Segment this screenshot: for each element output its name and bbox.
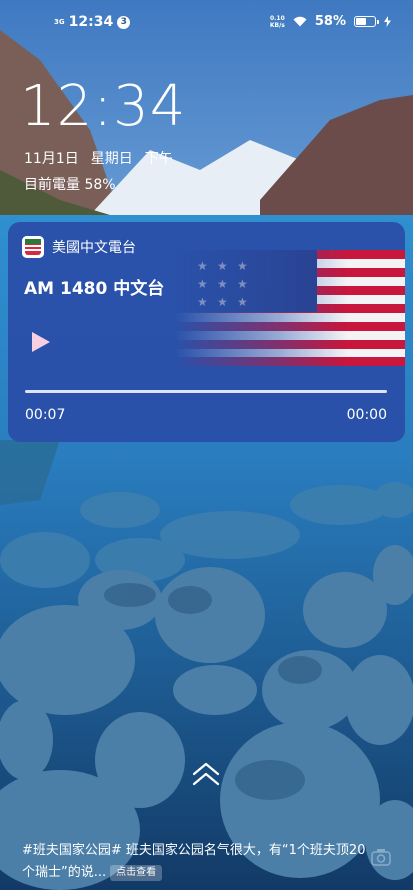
svg-text:★: ★	[217, 295, 228, 309]
svg-text:★: ★	[197, 295, 208, 309]
app-row: 美國中文電台	[22, 236, 136, 258]
svg-text:★: ★	[197, 277, 208, 291]
network-type: 3G	[54, 17, 65, 26]
remaining-time: 00:00	[346, 407, 387, 423]
am-pm: 下午	[144, 151, 173, 167]
status-time: 12:34	[68, 14, 114, 30]
battery-info: 目前電量 58%	[24, 177, 116, 193]
swipe-up-icon[interactable]	[190, 760, 222, 788]
track-title: AM 1480 中文台	[24, 279, 165, 299]
app-icon	[22, 236, 44, 258]
battery-icon	[354, 16, 379, 27]
svg-text:★: ★	[237, 295, 248, 309]
svg-text:★: ★	[237, 277, 248, 291]
net-speed-value: 0.10	[269, 14, 285, 22]
wallpaper-caption[interactable]: #班夫国家公园# 班夫国家公园名气很大，有“1个班夫顶20个瑞士”的说... 点击…	[22, 840, 372, 884]
svg-text:★: ★	[217, 259, 228, 273]
wifi-icon	[293, 16, 307, 27]
net-speed: 0.10 KB/s	[270, 15, 285, 29]
svg-text:★: ★	[237, 259, 248, 273]
elapsed-time: 00:07	[25, 407, 66, 423]
play-icon[interactable]	[28, 330, 52, 354]
app-name: 美國中文電台	[52, 240, 136, 256]
lockscreen-clock: 12:34	[20, 74, 187, 139]
svg-text:★: ★	[197, 259, 208, 273]
flag-artwork: ★ ★ ★ ★ ★ ★ ★ ★ ★	[175, 250, 405, 366]
weekday: 星期日	[90, 151, 133, 167]
progress-bar[interactable]	[25, 390, 387, 393]
net-speed-unit: KB/s	[269, 21, 285, 29]
date: 11月1日	[24, 151, 79, 167]
caption-text: #班夫国家公园# 班夫国家公园名气很大，有“1个班夫顶20个瑞士”的说...	[22, 843, 366, 880]
date-line: 11月1日 星期日 下午	[24, 148, 173, 168]
camera-icon[interactable]	[371, 848, 391, 866]
svg-text:★: ★	[217, 277, 228, 291]
media-player-card[interactable]: ★ ★ ★ ★ ★ ★ ★ ★ ★ 美國中文電台 AM 1480 中文台 00:07 00:…	[8, 222, 405, 442]
view-details-tag[interactable]: 点击查看	[110, 865, 163, 881]
status-bar: 3G 12:34 3 0.10 KB/s 58%	[0, 8, 413, 36]
notification-badge: 3	[117, 15, 131, 29]
charging-icon	[384, 16, 391, 27]
battery-percent: 58%	[314, 14, 346, 29]
